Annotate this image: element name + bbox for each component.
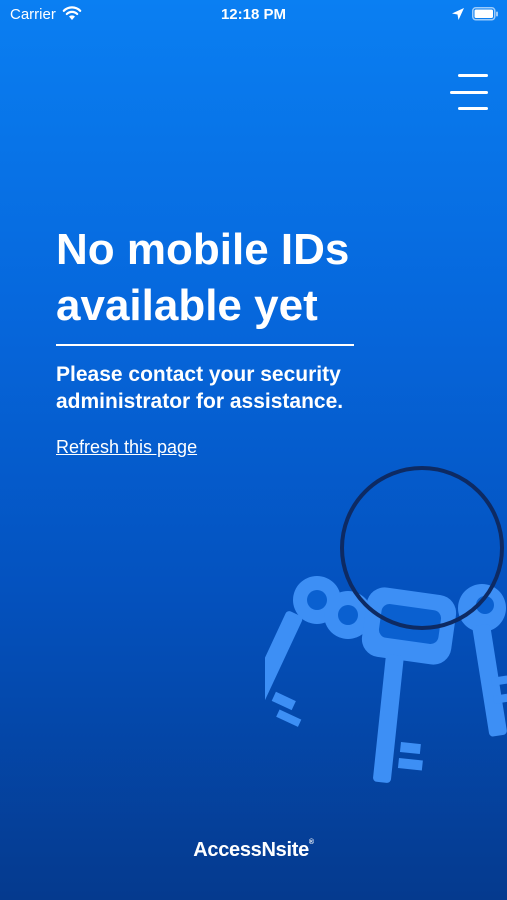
headline-divider bbox=[56, 344, 354, 346]
brand-name: AccessNsite bbox=[193, 839, 309, 861]
battery-icon bbox=[472, 7, 498, 21]
page-headline: No mobile IDs available yet bbox=[56, 225, 350, 330]
contact-admin-message: Please contact your security administrat… bbox=[56, 363, 344, 413]
trademark-symbol: ® bbox=[308, 839, 314, 846]
keys-on-ring-icon bbox=[265, 466, 507, 783]
hamburger-menu-icon[interactable] bbox=[450, 72, 490, 112]
accessnsite-logo: AccessNsite® bbox=[0, 839, 507, 862]
status-time: 12:18 PM bbox=[220, 6, 287, 23]
status-bar: Carrier 12:18 PM bbox=[0, 0, 507, 30]
location-arrow-icon bbox=[452, 8, 464, 20]
refresh-page-link[interactable]: Refresh this page bbox=[56, 437, 197, 458]
